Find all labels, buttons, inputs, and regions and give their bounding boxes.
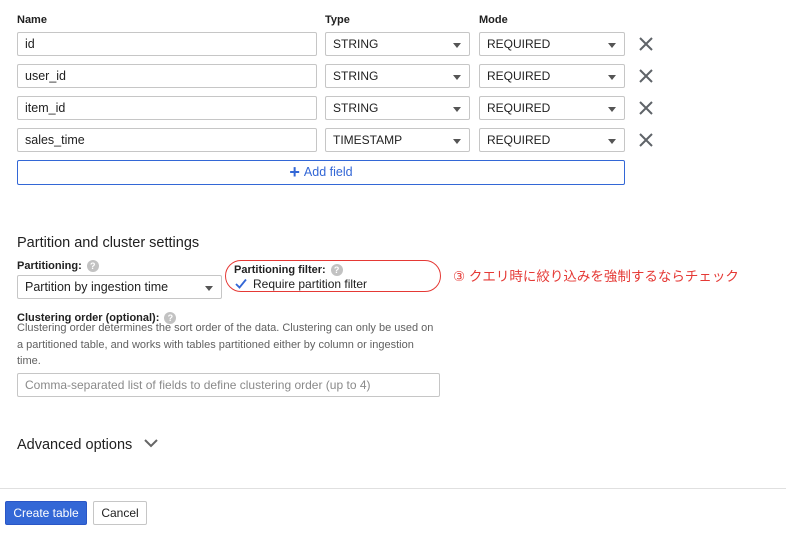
field-name-input[interactable]: id xyxy=(17,32,317,56)
chevron-down-icon xyxy=(453,75,461,80)
field-name-input[interactable]: item_id xyxy=(17,96,317,120)
field-mode-value: REQUIRED xyxy=(487,101,551,115)
field-type-select[interactable]: STRING xyxy=(325,64,470,88)
partitioning-value: Partition by ingestion time xyxy=(25,280,169,294)
partitioning-select[interactable]: Partition by ingestion time xyxy=(17,275,222,299)
field-mode-value: REQUIRED xyxy=(487,133,551,147)
field-name-input[interactable]: sales_time xyxy=(17,128,317,152)
field-mode-select[interactable]: REQUIRED xyxy=(479,128,625,152)
clustering-help-line: Clustering order determines the sort ord… xyxy=(17,322,434,334)
add-field-label: Add field xyxy=(303,165,353,179)
add-field-button[interactable]: + Add field xyxy=(17,160,625,185)
clustering-help-line: time. xyxy=(17,355,41,367)
annotation-highlight-ellipse xyxy=(225,260,441,292)
advanced-options-label: Advanced options xyxy=(17,437,133,453)
field-mode-select[interactable]: REQUIRED xyxy=(479,32,625,56)
chevron-down-icon xyxy=(453,139,461,144)
delete-field-icon[interactable] xyxy=(638,132,654,148)
field-type-value: STRING xyxy=(333,37,379,51)
advanced-options-toggle[interactable]: Advanced options xyxy=(17,437,159,453)
partitioning-label: Partitioning: xyxy=(17,260,82,272)
chevron-down-icon xyxy=(453,43,461,48)
cancel-button[interactable]: Cancel xyxy=(93,501,147,525)
chevron-down-icon xyxy=(608,75,616,80)
name-column-header: Name xyxy=(17,14,47,26)
delete-field-icon[interactable] xyxy=(638,68,654,84)
chevron-down-icon xyxy=(144,439,159,448)
annotation-text: ③ クエリ時に絞り込みを強制するならチェック xyxy=(453,269,739,284)
mode-column-header: Mode xyxy=(479,14,508,26)
create-table-button[interactable]: Create table xyxy=(5,501,87,525)
field-mode-select[interactable]: REQUIRED xyxy=(479,64,625,88)
field-type-value: TIMESTAMP xyxy=(333,133,403,147)
field-name-input[interactable]: user_id xyxy=(17,64,317,88)
footer-divider xyxy=(0,488,786,489)
field-mode-value: REQUIRED xyxy=(487,69,551,83)
field-mode-select[interactable]: REQUIRED xyxy=(479,96,625,120)
chevron-down-icon xyxy=(205,286,213,291)
partition-section-title: Partition and cluster settings xyxy=(17,235,200,251)
field-mode-value: REQUIRED xyxy=(487,37,551,51)
clustering-help-text: Clustering order determines the sort ord… xyxy=(17,320,447,370)
delete-field-icon[interactable] xyxy=(638,36,654,52)
field-type-value: STRING xyxy=(333,69,379,83)
help-icon[interactable]: ? xyxy=(86,260,99,272)
clustering-help-line: a partitioned table, and works with tabl… xyxy=(17,338,414,351)
chevron-down-icon xyxy=(608,107,616,112)
delete-field-icon[interactable] xyxy=(638,100,654,116)
chevron-down-icon xyxy=(453,107,461,112)
chevron-down-icon xyxy=(608,139,616,144)
field-type-select[interactable]: TIMESTAMP xyxy=(325,128,470,152)
field-type-select[interactable]: STRING xyxy=(325,96,470,120)
field-type-value: STRING xyxy=(333,101,379,115)
partitioning-label-row: Partitioning:? xyxy=(17,257,99,272)
type-column-header: Type xyxy=(325,14,350,26)
clustering-order-input[interactable]: Comma-separated list of fields to define… xyxy=(17,373,440,397)
field-type-select[interactable]: STRING xyxy=(325,32,470,56)
plus-icon: + xyxy=(289,162,300,182)
chevron-down-icon xyxy=(608,43,616,48)
